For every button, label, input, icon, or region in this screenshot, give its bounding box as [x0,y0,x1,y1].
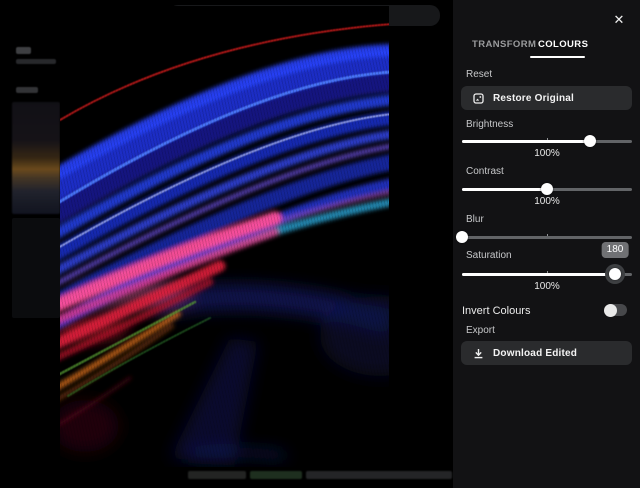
gallery-thumbnail [12,102,60,214]
restore-image-icon [473,92,484,104]
caption-link-dimmed [250,471,302,479]
close-icon[interactable]: ✕ [610,11,628,29]
light-trails-image [60,6,389,467]
contrast-slider[interactable] [462,183,632,195]
restore-original-button[interactable]: Restore Original [461,86,632,110]
gallery-thumbnail [12,218,60,318]
slider-center-tick [547,234,548,236]
gallery-backdrop [0,0,453,488]
slider-fill [462,272,615,276]
brightness-slider[interactable] [462,135,632,147]
active-tab-underline [530,56,585,58]
sidebar-subtitle-dimmed [16,59,56,64]
caption-text-dimmed [306,471,452,479]
slider-center-tick [547,271,548,273]
invert-colours-label: Invert Colours [462,305,531,317]
export-section-label: Export [466,325,495,336]
download-edited-button[interactable]: Download Edited [461,341,632,365]
slider-fill [462,187,547,191]
saturation-value: 100% [534,281,560,292]
slider-fill [462,139,590,143]
photo-editor-app: ✕ TRANSFORM COLOURS Reset Restore Origin… [0,0,640,488]
saturation-slider[interactable]: 180 [462,242,632,284]
slider-center-tick [547,138,548,140]
toggle-knob [604,303,617,317]
saturation-slider-thumb[interactable] [609,268,621,280]
tab-colours[interactable]: COLOURS [538,39,588,50]
download-edited-label: Download Edited [493,347,578,359]
edit-panel: ✕ TRANSFORM COLOURS Reset Restore Origin… [453,0,640,488]
invert-colours-toggle[interactable] [604,303,627,317]
restore-original-label: Restore Original [493,92,574,104]
contrast-label: Contrast [466,166,504,177]
contrast-value: 100% [534,196,560,207]
tab-transform[interactable]: TRANSFORM [472,39,536,50]
sidebar-section-dimmed [16,87,38,93]
saturation-label: Saturation [466,250,512,261]
reset-section-label: Reset [466,69,493,80]
caption-text-dimmed [188,471,246,479]
contrast-slider-thumb[interactable] [541,183,553,195]
brightness-slider-thumb[interactable] [583,135,596,147]
blur-slider-thumb[interactable] [456,231,468,243]
sidebar-title-dimmed [16,47,31,54]
saturation-value-tooltip: 180 [601,242,629,258]
blur-label: Blur [466,214,484,225]
brightness-value: 100% [534,148,560,159]
photo-preview [60,6,389,467]
download-icon [474,348,483,358]
brightness-label: Brightness [466,119,514,130]
